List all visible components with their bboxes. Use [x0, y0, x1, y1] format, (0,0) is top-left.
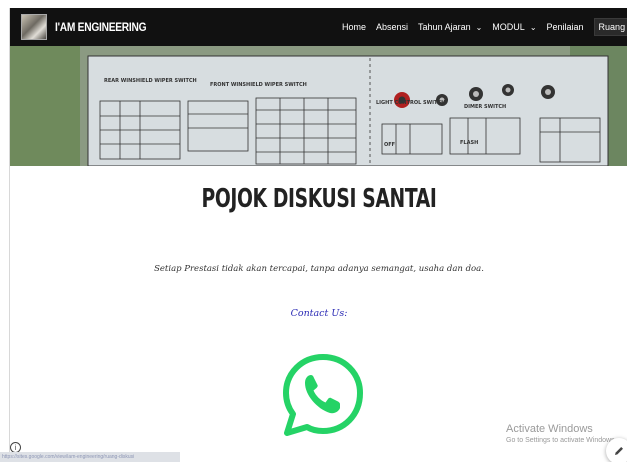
- nav-label: Home: [342, 22, 367, 32]
- hero-label: OFF: [384, 142, 395, 148]
- nav-item-penilaian[interactable]: Penilaian: [547, 22, 584, 32]
- nav-label: Ruang DISKUSI: [598, 22, 627, 32]
- nav-label: MODUL: [492, 22, 525, 32]
- edit-icon[interactable]: [606, 438, 627, 462]
- hero-label: DIMER SWITCH: [464, 104, 506, 110]
- nav-item-home[interactable]: Home: [342, 22, 366, 32]
- hero-label: FRONT WINSHIELD WIPER SWITCH: [210, 82, 307, 88]
- windows-activation-watermark: Activate Windows Go to Settings to activ…: [506, 423, 617, 444]
- nav-item-tahun-ajaran[interactable]: Tahun Ajaran ⌄: [418, 22, 482, 32]
- wiper-switch-panel-image: REAR WINSHIELD WIPER SWITCH FRONT WINSHI…: [10, 46, 627, 166]
- contact-us-label: Contact Us:: [290, 308, 348, 319]
- whatsapp-icon[interactable]: [281, 351, 365, 462]
- top-navbar: I'AM ENGINEERING Home Absensi Tahun Ajar…: [10, 8, 627, 46]
- site-brand[interactable]: I'AM ENGINEERING: [55, 20, 147, 34]
- hero-label: FLASH: [460, 140, 478, 146]
- page-frame: I'AM ENGINEERING Home Absensi Tahun Ajar…: [9, 8, 627, 462]
- hero-banner: REAR WINSHIELD WIPER SWITCH FRONT WINSHI…: [10, 46, 627, 166]
- nav-label: Absensi: [376, 22, 409, 32]
- nav-item-absensi[interactable]: Absensi: [376, 22, 408, 32]
- site-logo[interactable]: [21, 14, 47, 40]
- main-nav: Home Absensi Tahun Ajaran ⌄ MODUL ⌄ Penila…: [342, 8, 627, 46]
- chevron-down-icon: ⌄: [529, 23, 537, 32]
- nav-item-modul[interactable]: MODUL ⌄: [492, 22, 536, 32]
- watermark-title: Activate Windows: [506, 423, 593, 435]
- status-bar-url: https://sites.google.com/view/iam-engine…: [0, 452, 180, 462]
- nav-label: Penilaian: [546, 22, 584, 32]
- nav-label: Tahun Ajaran: [418, 22, 471, 32]
- chevron-down-icon: ⌄: [475, 23, 483, 32]
- page-title: POJOK DISKUSI SANTAI: [201, 184, 437, 214]
- tagline-text: Setiap Prestasi tidak akan tercapai, tan…: [154, 264, 484, 274]
- hero-label: REAR WINSHIELD WIPER SWITCH: [104, 78, 197, 84]
- watermark-subtitle: Go to Settings to activate Windows.: [506, 437, 617, 444]
- hero-label: LIGHT CONTROL SWITCH: [376, 100, 445, 106]
- nav-item-ruang-diskusi[interactable]: Ruang DISKUSI: [593, 18, 627, 36]
